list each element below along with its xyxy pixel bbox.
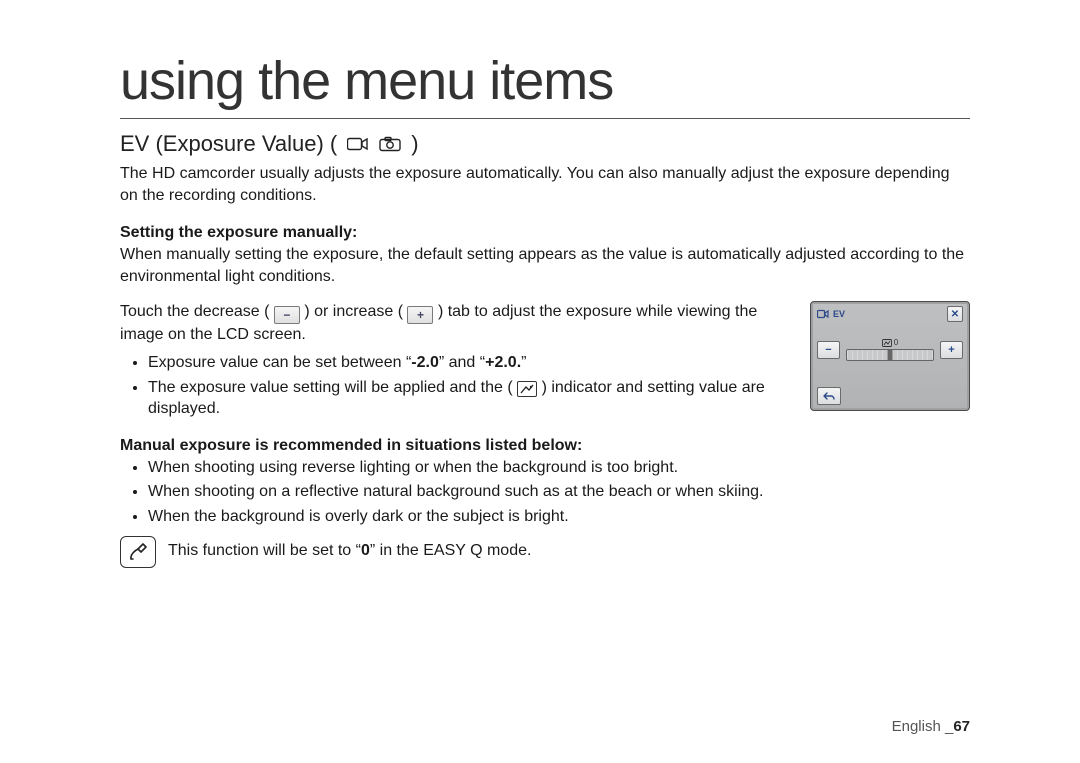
lcd-decrease-button[interactable]: − [817,341,840,359]
note-row: This function will be set to “0” in the … [120,536,970,568]
photo-mode-icon [379,136,401,152]
decrease-button-inline: − [274,306,300,324]
video-mode-icon [347,136,369,152]
page-footer: English _67 [892,718,970,735]
ev-indicator-icon [517,381,537,397]
manual-page: using the menu items EV (Exposure Value)… [0,0,1080,763]
list-item: When shooting using reverse lighting or … [148,457,970,479]
lcd-title: EV [817,309,845,319]
b2-pre: The exposure value setting will be appli… [148,379,513,396]
section-heading: EV (Exposure Value) ( ) [120,131,970,157]
b1-post: ” [521,354,526,371]
b1-mid: ” and “ [439,354,485,371]
lcd-ev-indicator-icon [882,339,892,347]
section-heading-text: EV (Exposure Value) ( [120,131,337,157]
section-heading-close: ) [411,131,418,157]
note-pre: This function will be set to “ [168,542,361,559]
lcd-video-icon [817,309,829,319]
note-post: ” in the EASY Q mode. [370,542,532,559]
note-val: 0 [361,542,370,559]
lcd-screenshot: EV ✕ − 0 + [810,301,970,411]
recommended-list: When shooting using reverse lighting or … [148,457,970,528]
lcd-ev-value-text: 0 [894,338,898,347]
footer-lang: English _ [892,718,954,735]
list-item: When the background is overly dark or th… [148,506,970,528]
b1-max: +2.0. [485,354,521,371]
lcd-ev-value: 0 [882,338,898,347]
lcd-back-button[interactable] [817,387,841,405]
list-item: When shooting on a reflective natural ba… [148,481,970,503]
touch-pre: Touch the decrease ( [120,303,269,320]
lcd-close-button[interactable]: ✕ [947,306,963,322]
note-text: This function will be set to “0” in the … [168,536,531,562]
lcd-slider-track[interactable] [846,349,934,361]
instruction-column: Touch the decrease ( − ) or increase ( +… [120,301,782,422]
bullet-range: Exposure value can be set between “-2.0”… [148,352,782,374]
recommended-subhead: Manual exposure is recommended in situat… [120,437,970,455]
touch-instruction: Touch the decrease ( − ) or increase ( +… [120,301,782,346]
note-icon [120,536,156,568]
bullet-indicator: The exposure value setting will be appli… [148,377,782,420]
b1-pre: Exposure value can be set between “ [148,354,411,371]
page-title: using the menu items [120,50,970,119]
manual-paragraph: When manually setting the exposure, the … [120,244,970,287]
intro-paragraph: The HD camcorder usually adjusts the exp… [120,163,970,206]
lcd-slider-group: 0 [846,338,934,361]
lcd-slider-thumb[interactable] [888,349,893,361]
lcd-ev-label: EV [833,309,845,319]
b1-min: -2.0 [411,354,439,371]
lcd-increase-button[interactable]: + [940,341,963,359]
footer-page-number: 67 [953,718,970,735]
increase-button-inline: + [407,306,433,324]
manual-subhead: Setting the exposure manually: [120,224,970,242]
touch-mid1: ) or increase ( [304,303,403,320]
